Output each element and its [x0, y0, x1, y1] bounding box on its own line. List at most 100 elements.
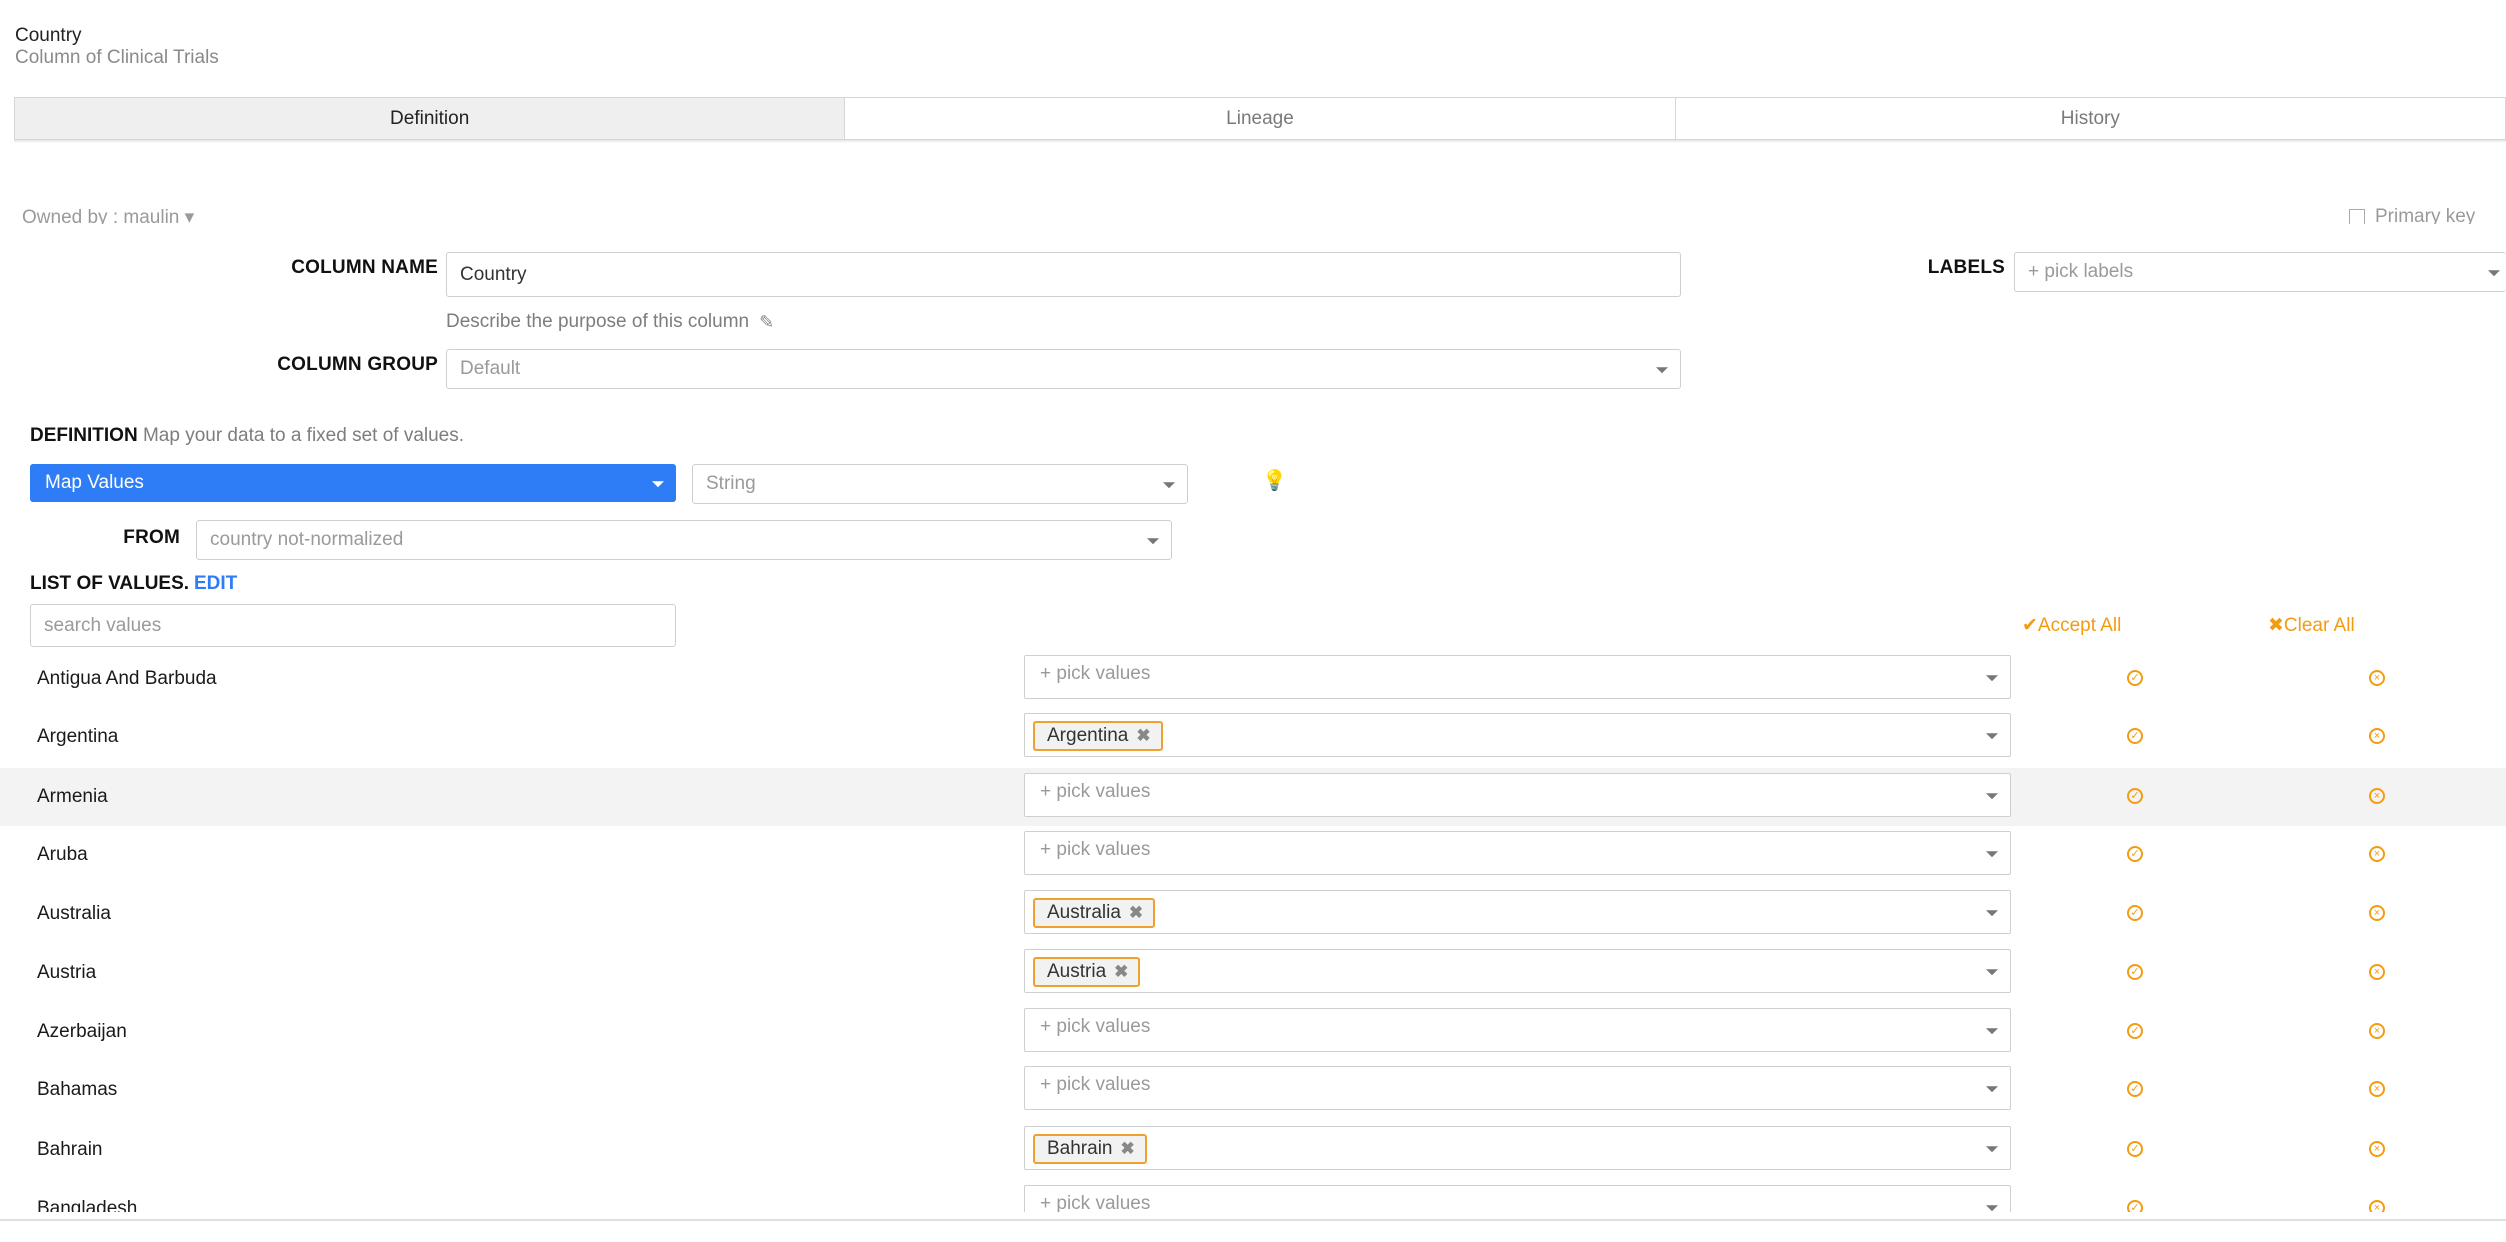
clear-value-icon[interactable]: × [2369, 1200, 2385, 1212]
pencil-icon[interactable]: ✎ [759, 312, 774, 333]
primary-key-toggle[interactable]: Primary key [2349, 206, 2475, 224]
remove-chip-icon[interactable]: ✖ [1121, 1139, 1135, 1159]
accept-all-button[interactable]: ✔Accept All [2022, 614, 2121, 637]
lightbulb-icon[interactable]: 💡 [1262, 468, 1287, 493]
accept-value-icon[interactable]: ✓ [2127, 1141, 2143, 1157]
remove-chip-icon[interactable]: ✖ [1114, 962, 1128, 982]
pick-values-select[interactable]: Bahrain ✖ [1024, 1126, 2011, 1170]
chevron-down-icon [1986, 1146, 1998, 1153]
chevron-down-icon [1986, 969, 1998, 976]
definition-label: DEFINITION [30, 425, 138, 446]
chevron-down-icon [2488, 270, 2500, 277]
pick-values-placeholder: + pick values [1040, 1074, 1151, 1095]
mapped-value-chip: Bahrain ✖ [1033, 1134, 1147, 1164]
chevron-down-icon [1986, 793, 1998, 800]
from-value: country not-normalized [210, 529, 404, 550]
clear-value-icon[interactable]: × [2369, 905, 2385, 921]
column-name-input[interactable]: Country [446, 252, 1681, 297]
value-source-name: Azerbaijan [37, 1021, 127, 1042]
tab-definition[interactable]: Definition [15, 98, 846, 139]
chevron-down-icon [1986, 1205, 1998, 1212]
clear-value-icon[interactable]: × [2369, 1023, 2385, 1039]
primary-key-checkbox[interactable] [2349, 209, 2365, 224]
list-item: Armenia + pick values ✓ × [0, 768, 2506, 826]
labels-label: LABELS [1927, 257, 2005, 278]
pick-values-select[interactable]: + pick values [1024, 1066, 2011, 1110]
remove-chip-icon[interactable]: ✖ [1136, 726, 1150, 746]
value-source-name: Bangladesh [37, 1198, 138, 1212]
tab-divider [14, 140, 2506, 143]
clear-value-icon[interactable]: × [2369, 728, 2385, 744]
accept-value-icon[interactable]: ✓ [2127, 964, 2143, 980]
accept-value-icon[interactable]: ✓ [2127, 905, 2143, 921]
pick-values-select[interactable]: + pick values [1024, 1185, 2011, 1212]
column-group-label: COLUMN GROUP [277, 354, 438, 375]
clear-value-icon[interactable]: × [2369, 846, 2385, 862]
describe-text: Describe the purpose of this column [446, 311, 750, 332]
accept-value-icon[interactable]: ✓ [2127, 670, 2143, 686]
list-item: Bahrain Bahrain ✖ ✓ × [0, 1121, 2506, 1179]
edit-values-link[interactable]: EDIT [194, 573, 237, 595]
pick-values-placeholder: + pick values [1040, 781, 1151, 802]
mapped-value-chip: Australia ✖ [1033, 898, 1156, 928]
clear-value-icon[interactable]: × [2369, 1141, 2385, 1157]
page-subtitle: Column of Clinical Trials [15, 47, 219, 68]
list-item: Austria Austria ✖ ✓ × [0, 944, 2506, 1002]
search-values-input[interactable]: search values [30, 604, 676, 647]
chevron-down-icon [1986, 675, 1998, 682]
accept-value-icon[interactable]: ✓ [2127, 846, 2143, 862]
chevron-down-icon [1147, 538, 1159, 545]
value-source-name: Antigua And Barbuda [37, 668, 217, 689]
mapped-value-chip: Argentina ✖ [1033, 721, 1163, 751]
pick-values-select[interactable]: + pick values [1024, 655, 2011, 699]
clear-value-icon[interactable]: × [2369, 964, 2385, 980]
value-source-name: Bahrain [37, 1139, 103, 1160]
list-item: Azerbaijan + pick values ✓ × [0, 1003, 2506, 1061]
definition-mode-select[interactable]: Map Values [30, 464, 676, 502]
accept-value-icon[interactable]: ✓ [2127, 728, 2143, 744]
definition-heading: DEFINITION Map your data to a fixed set … [30, 425, 464, 447]
bottom-divider [0, 1219, 2506, 1221]
clear-value-icon[interactable]: × [2369, 1081, 2385, 1097]
from-select[interactable]: country not-normalized [196, 520, 1172, 560]
column-group-value: Default [460, 358, 521, 379]
accept-value-icon[interactable]: ✓ [2127, 1081, 2143, 1097]
accept-value-icon[interactable]: ✓ [2127, 788, 2143, 804]
definition-mode-value: Map Values [45, 472, 144, 493]
tab-lineage[interactable]: Lineage [845, 98, 1676, 139]
chevron-down-icon [1163, 482, 1175, 489]
clear-all-button[interactable]: ✖Clear All [2268, 614, 2355, 637]
pick-values-select[interactable]: + pick values [1024, 773, 2011, 817]
clipped-meta-row: Owned by : maulin ▾ Primary key [0, 196, 2506, 224]
labels-placeholder: + pick labels [2028, 261, 2134, 282]
chevron-down-icon [652, 481, 664, 488]
list-item: Bangladesh + pick values ✓ × [0, 1180, 2506, 1212]
list-item: Antigua And Barbuda + pick values ✓ × [0, 650, 2506, 708]
accept-value-icon[interactable]: ✓ [2127, 1200, 2143, 1212]
column-description[interactable]: Describe the purpose of this column ✎ [446, 311, 774, 333]
mapped-value-label: Bahrain [1047, 1138, 1113, 1159]
chevron-down-icon [1986, 1028, 1998, 1035]
value-source-name: Bahamas [37, 1079, 118, 1100]
pick-values-select[interactable]: Austria ✖ [1024, 949, 2011, 993]
pick-values-select[interactable]: Australia ✖ [1024, 890, 2011, 934]
list-item: Argentina Argentina ✖ ✓ × [0, 708, 2506, 766]
accept-value-icon[interactable]: ✓ [2127, 1023, 2143, 1039]
primary-key-label: Primary key [2375, 206, 2476, 224]
values-list: Antigua And Barbuda + pick values ✓ × Argent… [0, 650, 2506, 1212]
pick-values-select[interactable]: Argentina ✖ [1024, 713, 2011, 757]
pick-values-select[interactable]: + pick values [1024, 831, 2011, 875]
owner-dropdown[interactable]: Owned by : maulin ▾ [22, 206, 194, 224]
column-group-select[interactable]: Default [446, 349, 1681, 389]
pick-values-placeholder: + pick values [1040, 663, 1151, 684]
pick-values-select[interactable]: + pick values [1024, 1008, 2011, 1052]
data-type-select[interactable]: String [692, 464, 1188, 504]
tab-history[interactable]: History [1675, 98, 2505, 139]
chevron-down-icon [1986, 910, 1998, 917]
clear-value-icon[interactable]: × [2369, 788, 2385, 804]
remove-chip-icon[interactable]: ✖ [1129, 903, 1143, 923]
clear-value-icon[interactable]: × [2369, 670, 2385, 686]
labels-select[interactable]: + pick labels [2014, 252, 2506, 292]
page-title: Country [15, 25, 82, 46]
from-label: FROM [123, 527, 180, 548]
